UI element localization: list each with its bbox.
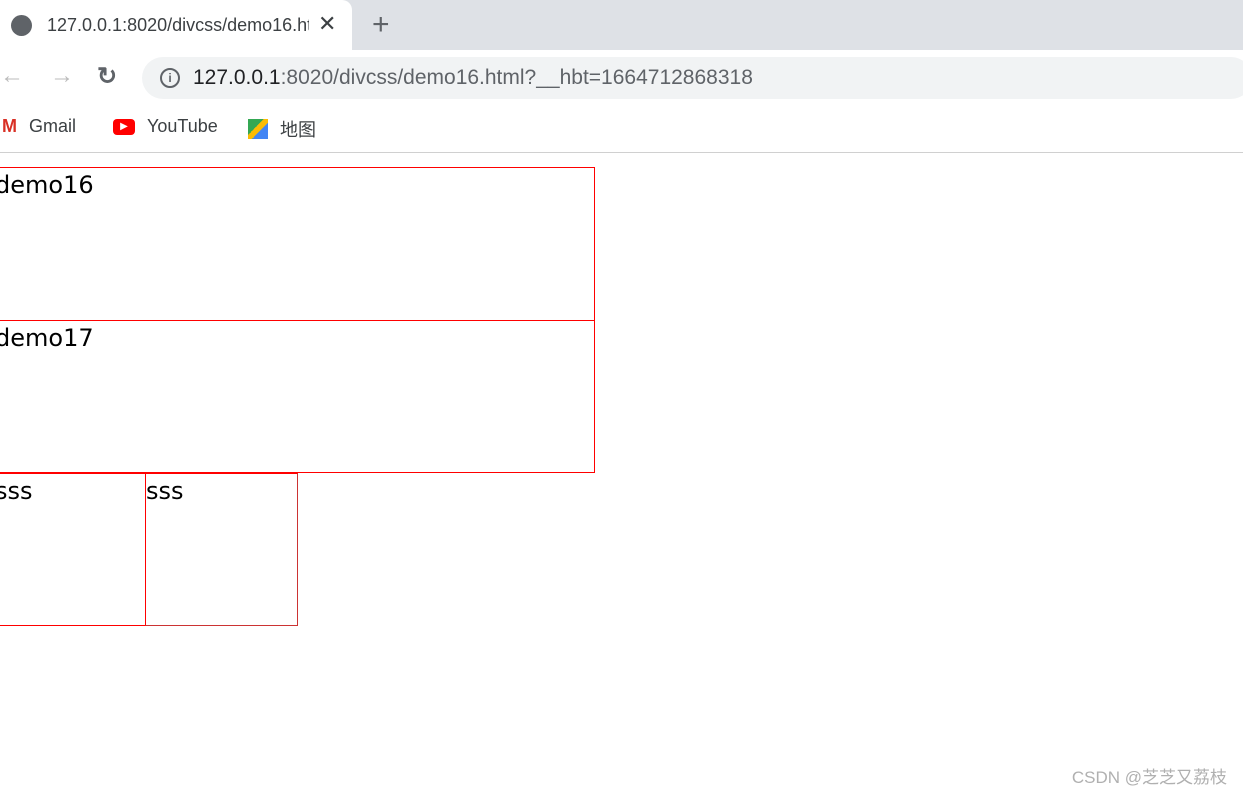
maps-icon bbox=[248, 119, 268, 139]
reload-button[interactable]: ↻ bbox=[97, 62, 117, 91]
sss-box-1: sss bbox=[0, 473, 146, 626]
bookmarks-bar: M Gmail ▶ YouTube 地图 bbox=[0, 106, 1243, 153]
close-tab-icon[interactable]: ✕ bbox=[318, 11, 336, 37]
watermark: CSDN @芝芝又荔枝 bbox=[1071, 768, 1227, 787]
gmail-icon: M bbox=[2, 116, 17, 136]
info-icon[interactable]: i bbox=[160, 68, 180, 88]
demo17-box: demo17 bbox=[0, 320, 595, 473]
demo16-box: demo16 bbox=[0, 167, 595, 321]
active-tab[interactable]: 127.0.0.1:8020/divcss/demo16.html ✕ bbox=[0, 0, 352, 50]
url-text: 127.0.0.1:8020/divcss/demo16.html?__hbt=… bbox=[193, 66, 753, 89]
bookmark-maps[interactable]: 地图 bbox=[248, 116, 316, 142]
new-tab-button[interactable]: + bbox=[372, 8, 390, 42]
back-button[interactable]: ← bbox=[0, 62, 24, 90]
sss-box-2: sss bbox=[145, 473, 298, 626]
tab-title: 127.0.0.1:8020/divcss/demo16.html bbox=[47, 15, 309, 35]
address-bar[interactable]: i 127.0.0.1:8020/divcss/demo16.html?__hb… bbox=[142, 57, 1243, 99]
bookmark-youtube[interactable]: ▶ YouTube bbox=[113, 116, 218, 137]
globe-icon bbox=[11, 15, 32, 36]
forward-button[interactable]: → bbox=[50, 62, 74, 90]
toolbar: ← → ↻ i 127.0.0.1:8020/divcss/demo16.htm… bbox=[0, 50, 1243, 106]
bookmark-gmail[interactable]: M Gmail bbox=[2, 116, 76, 137]
youtube-icon: ▶ bbox=[113, 118, 135, 135]
tab-strip: 127.0.0.1:8020/divcss/demo16.html ✕ + bbox=[0, 0, 1243, 50]
